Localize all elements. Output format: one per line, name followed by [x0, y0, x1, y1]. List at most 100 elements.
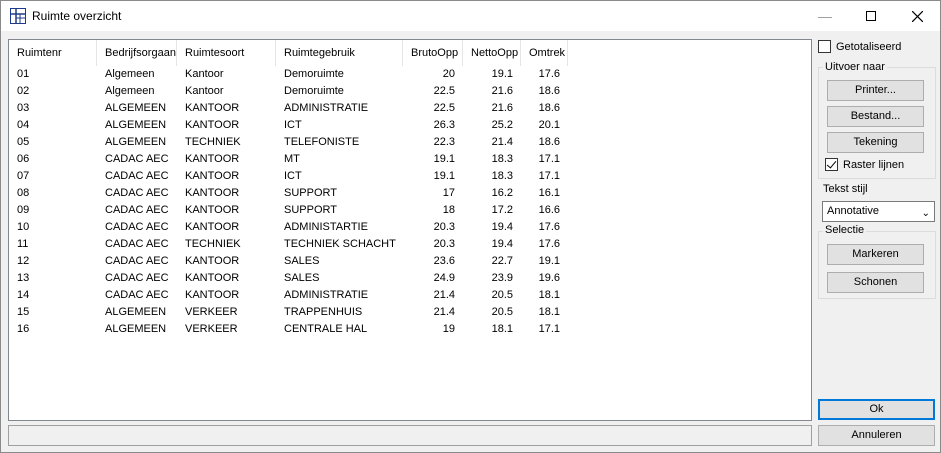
column-header-ruimtesoort[interactable]: Ruimtesoort	[177, 40, 276, 66]
cell-ruimtenr: 06	[17, 153, 30, 165]
cell-nettoopp: 19.4	[491, 238, 513, 250]
cell-ruimtenr: 02	[17, 85, 30, 97]
totalized-checkbox[interactable]: Getotaliseerd	[818, 40, 901, 53]
cell-nettoopp: 22.7	[491, 255, 513, 267]
table-row[interactable]: 02 Algemeen Kantoor Demoruimte 22.5 21.6 18.6	[9, 83, 809, 100]
cell-ruimtegebruik: ADMINISTRATIE	[284, 289, 369, 301]
cell-bedrijfsorgaan: Algemeen	[105, 68, 155, 80]
cell-ruimtegebruik: MT	[284, 153, 300, 165]
cell-ruimtesoort: KANTOOR	[185, 153, 240, 165]
cell-ruimtenr: 04	[17, 119, 30, 131]
cell-brutoopp: 21.4	[433, 306, 455, 318]
cell-nettoopp: 20.5	[491, 289, 513, 301]
table-row[interactable]: 11 CADAC AEC TECHNIEK TECHNIEK SCHACHT 20.3 1…	[9, 236, 809, 253]
table-row[interactable]: 05 ALGEMEEN TECHNIEK TELEFONISTE 22.3 21.4 18.…	[9, 134, 809, 151]
cancel-button[interactable]: Annuleren	[818, 425, 935, 446]
column-header-bedrijfsorgaan[interactable]: Bedrijfsorgaan	[97, 40, 177, 66]
column-header-omtrek[interactable]: Omtrek	[521, 40, 568, 66]
table-row[interactable]: 01 Algemeen Kantoor Demoruimte 20 19.1 17.6	[9, 66, 809, 83]
minimize-button[interactable]: —	[802, 1, 848, 31]
cell-ruimtesoort: VERKEER	[185, 306, 238, 318]
cell-omtrek: 16.1	[538, 187, 560, 199]
cell-nettoopp: 20.5	[491, 306, 513, 318]
cell-bedrijfsorgaan: CADAC AEC	[105, 289, 169, 301]
cell-brutoopp: 20.3	[433, 221, 455, 233]
cell-brutoopp: 20	[442, 68, 455, 80]
cell-ruimtegebruik: SUPPORT	[284, 204, 337, 216]
cell-bedrijfsorgaan: ALGEMEEN	[105, 102, 167, 114]
cell-ruimtegebruik: Demoruimte	[284, 68, 344, 80]
file-button[interactable]: Bestand...	[827, 106, 924, 127]
room-list-view[interactable]: Ruimtenr Bedrijfsorgaan Ruimtesoort Ruim…	[8, 39, 812, 421]
text-style-select[interactable]: Annotative ⌄	[822, 201, 935, 222]
cell-bedrijfsorgaan: ALGEMEEN	[105, 136, 167, 148]
table-row[interactable]: 10 CADAC AEC KANTOOR ADMINISTARTIE 20.3 19.4 1…	[9, 219, 809, 236]
cell-omtrek: 17.6	[538, 221, 560, 233]
ok-button[interactable]: Ok	[818, 399, 935, 420]
cell-brutoopp: 26.3	[433, 119, 455, 131]
cell-bedrijfsorgaan: CADAC AEC	[105, 221, 169, 233]
table-row[interactable]: 15 ALGEMEEN VERKEER TRAPPENHUIS 21.4 20.5 18.1	[9, 304, 809, 321]
cell-nettoopp: 18.1	[491, 323, 513, 335]
table-row[interactable]: 09 CADAC AEC KANTOOR SUPPORT 18 17.2 16.6	[9, 202, 809, 219]
cell-omtrek: 18.6	[538, 136, 560, 148]
column-header-ruimtenr[interactable]: Ruimtenr	[9, 40, 97, 66]
cell-ruimtesoort: KANTOOR	[185, 221, 240, 233]
selection-group-label: Selectie	[823, 224, 867, 236]
cell-bedrijfsorgaan: CADAC AEC	[105, 255, 169, 267]
close-icon	[911, 10, 923, 22]
clear-button[interactable]: Schonen	[827, 272, 924, 293]
cell-nettoopp: 18.3	[491, 170, 513, 182]
totalized-checkbox-box[interactable]	[818, 40, 831, 53]
printer-button[interactable]: Printer...	[827, 80, 924, 101]
cell-ruimtesoort: TECHNIEK	[185, 238, 241, 250]
close-button[interactable]	[894, 1, 940, 31]
cell-bedrijfsorgaan: CADAC AEC	[105, 153, 169, 165]
cell-ruimtesoort: KANTOOR	[185, 255, 240, 267]
table-row[interactable]: 07 CADAC AEC KANTOOR ICT 19.1 18.3 17.1	[9, 168, 809, 185]
cell-bedrijfsorgaan: CADAC AEC	[105, 187, 169, 199]
column-header-nettoopp[interactable]: NettoOpp	[463, 40, 521, 66]
table-row[interactable]: 13 CADAC AEC KANTOOR SALES 24.9 23.9 19.6	[9, 270, 809, 287]
table-row[interactable]: 16 ALGEMEEN VERKEER CENTRALE HAL 19 18.1 17.1	[9, 321, 809, 338]
cell-brutoopp: 21.4	[433, 289, 455, 301]
cell-omtrek: 18.6	[538, 85, 560, 97]
cell-omtrek: 20.1	[538, 119, 560, 131]
table-row[interactable]: 14 CADAC AEC KANTOOR ADMINISTRATIE 21.4 20.5 1…	[9, 287, 809, 304]
column-header-ruimtegebruik[interactable]: Ruimtegebruik	[276, 40, 403, 66]
cell-brutoopp: 19.1	[433, 153, 455, 165]
table-row[interactable]: 08 CADAC AEC KANTOOR SUPPORT 17 16.2 16.1	[9, 185, 809, 202]
cell-ruimtenr: 14	[17, 289, 30, 301]
cell-omtrek: 17.6	[538, 238, 560, 250]
column-header-brutoopp[interactable]: BrutoOpp	[403, 40, 463, 66]
dialog-window: Ruimte overzicht — Ruimtenr Bedrijfsorga…	[0, 0, 941, 453]
cell-nettoopp: 23.9	[491, 272, 513, 284]
cell-ruimtesoort: KANTOOR	[185, 119, 240, 131]
table-row[interactable]: 04 ALGEMEEN KANTOOR ICT 26.3 25.2 20.1	[9, 117, 809, 134]
cell-ruimtenr: 12	[17, 255, 30, 267]
cell-bedrijfsorgaan: ALGEMEEN	[105, 323, 167, 335]
cell-ruimtesoort: KANTOOR	[185, 170, 240, 182]
cell-ruimtenr: 10	[17, 221, 30, 233]
cell-ruimtesoort: KANTOOR	[185, 187, 240, 199]
table-row[interactable]: 06 CADAC AEC KANTOOR MT 19.1 18.3 17.1	[9, 151, 809, 168]
cell-nettoopp: 17.2	[491, 204, 513, 216]
app-grid-icon	[10, 8, 26, 24]
table-row[interactable]: 12 CADAC AEC KANTOOR SALES 23.6 22.7 19.1	[9, 253, 809, 270]
table-row[interactable]: 03 ALGEMEEN KANTOOR ADMINISTRATIE 22.5 21.6 18…	[9, 100, 809, 117]
cell-brutoopp: 18	[442, 204, 455, 216]
cell-ruimtenr: 05	[17, 136, 30, 148]
cell-ruimtegebruik: ICT	[284, 170, 302, 182]
cell-ruimtenr: 07	[17, 170, 30, 182]
grid-lines-checkbox-box[interactable]	[825, 158, 838, 171]
grid-lines-checkbox[interactable]: Raster lijnen	[825, 158, 904, 171]
cell-omtrek: 18.1	[538, 306, 560, 318]
mark-button[interactable]: Markeren	[827, 244, 924, 265]
maximize-icon	[866, 11, 876, 21]
grid-lines-label: Raster lijnen	[843, 158, 905, 171]
drawing-button[interactable]: Tekening	[827, 132, 924, 153]
cell-omtrek: 18.1	[538, 289, 560, 301]
cell-bedrijfsorgaan: ALGEMEEN	[105, 306, 167, 318]
cell-ruimtenr: 01	[17, 68, 30, 80]
maximize-button[interactable]	[848, 1, 894, 31]
